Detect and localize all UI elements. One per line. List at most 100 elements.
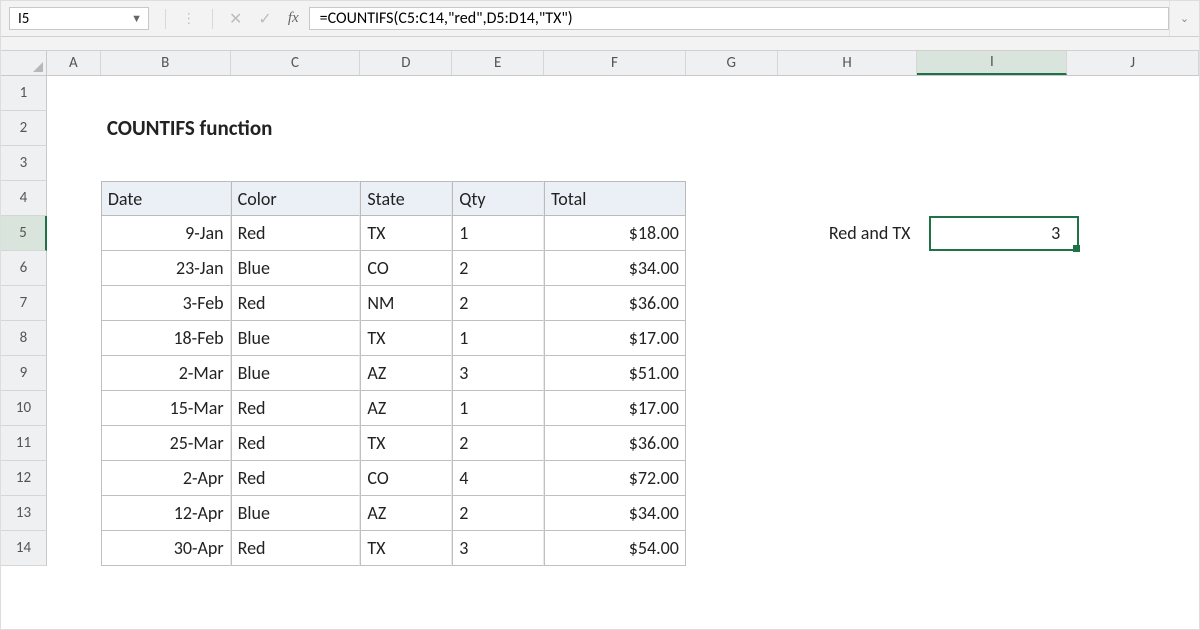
cell[interactable] — [1067, 496, 1199, 531]
cell[interactable] — [1067, 251, 1199, 286]
cell[interactable] — [686, 356, 778, 391]
cell-total[interactable]: $17.00 — [544, 391, 686, 426]
cell[interactable] — [918, 461, 1068, 496]
cell-color[interactable]: Red — [231, 531, 361, 566]
cell-qty[interactable]: 1 — [452, 391, 544, 426]
cell[interactable] — [1067, 146, 1199, 181]
cell[interactable] — [778, 531, 918, 566]
cell[interactable] — [47, 531, 101, 566]
cell[interactable] — [686, 531, 778, 566]
cell[interactable] — [918, 111, 1068, 146]
result-cell[interactable]: 3 — [918, 216, 1068, 251]
cell[interactable] — [47, 286, 101, 321]
cell[interactable] — [101, 76, 231, 111]
cell[interactable] — [1067, 356, 1199, 391]
cell[interactable] — [778, 426, 918, 461]
cell-qty[interactable]: 3 — [452, 531, 544, 566]
col-header[interactable]: A — [47, 51, 101, 75]
cell[interactable] — [918, 146, 1068, 181]
table-header[interactable]: Color — [231, 181, 361, 216]
cell[interactable] — [686, 181, 778, 216]
cell[interactable] — [686, 111, 778, 146]
cell-state[interactable]: AZ — [360, 391, 452, 426]
name-box[interactable]: ▼ — [9, 7, 149, 30]
formula-input[interactable] — [318, 8, 1160, 29]
cell-total[interactable]: $72.00 — [544, 461, 686, 496]
cell[interactable] — [778, 146, 918, 181]
row-header[interactable]: 10 — [1, 391, 47, 426]
row-header[interactable]: 9 — [1, 356, 47, 391]
enter-icon[interactable]: ✓ — [258, 9, 271, 29]
cell-color[interactable]: Blue — [231, 321, 361, 356]
row-header[interactable]: 14 — [1, 531, 47, 566]
name-box-input[interactable] — [16, 9, 131, 29]
cell-total[interactable]: $34.00 — [544, 251, 686, 286]
cell[interactable] — [1067, 216, 1199, 251]
cell-qty[interactable]: 2 — [452, 496, 544, 531]
cell[interactable] — [1067, 181, 1199, 216]
cell[interactable] — [47, 391, 101, 426]
cell[interactable] — [360, 146, 452, 181]
cell[interactable] — [918, 391, 1068, 426]
cell[interactable] — [686, 286, 778, 321]
cell[interactable] — [918, 76, 1068, 111]
cell[interactable] — [47, 181, 101, 216]
cell-date[interactable]: 3-Feb — [101, 286, 231, 321]
cell[interactable] — [1067, 111, 1199, 146]
table-header[interactable]: Qty — [452, 181, 544, 216]
cell[interactable] — [47, 321, 101, 356]
cell[interactable] — [918, 181, 1068, 216]
cell[interactable] — [778, 286, 918, 321]
cell[interactable] — [686, 76, 778, 111]
cell[interactable] — [544, 76, 686, 111]
cell-color[interactable]: Red — [231, 461, 361, 496]
cell-state[interactable]: NM — [360, 286, 452, 321]
cell[interactable] — [452, 76, 544, 111]
cell-total[interactable]: $18.00 — [544, 216, 686, 251]
cell-total[interactable]: $36.00 — [544, 286, 686, 321]
page-title[interactable]: COUNTIFS function — [101, 111, 231, 146]
cell-color[interactable]: Blue — [231, 496, 361, 531]
row-header[interactable]: 1 — [1, 76, 47, 111]
cell[interactable] — [918, 356, 1068, 391]
cell-date[interactable]: 12-Apr — [101, 496, 231, 531]
cell-color[interactable]: Red — [231, 391, 361, 426]
cell[interactable] — [47, 356, 101, 391]
row-header[interactable]: 2 — [1, 111, 47, 146]
cell[interactable] — [686, 426, 778, 461]
cell[interactable] — [918, 286, 1068, 321]
cell[interactable] — [361, 111, 453, 146]
cell-date[interactable]: 9-Jan — [101, 216, 231, 251]
formula-input-wrap[interactable] — [309, 7, 1169, 30]
cell-state[interactable]: AZ — [360, 356, 452, 391]
cell-color[interactable]: Blue — [231, 251, 361, 286]
cell-color[interactable]: Red — [231, 286, 361, 321]
cell-date[interactable]: 2-Apr — [101, 461, 231, 496]
row-header[interactable]: 4 — [1, 181, 47, 216]
cell[interactable] — [231, 76, 361, 111]
cell[interactable] — [544, 146, 686, 181]
cell-qty[interactable]: 2 — [452, 286, 544, 321]
cancel-icon[interactable]: ✕ — [229, 9, 242, 29]
cell-total[interactable]: $51.00 — [544, 356, 686, 391]
cell-state[interactable]: TX — [360, 321, 452, 356]
cell-qty[interactable]: 3 — [452, 356, 544, 391]
col-header[interactable]: F — [544, 51, 686, 75]
cell[interactable] — [778, 181, 918, 216]
cell[interactable] — [47, 461, 101, 496]
cell-qty[interactable]: 4 — [452, 461, 544, 496]
row-header[interactable]: 3 — [1, 146, 47, 181]
cell[interactable] — [452, 111, 544, 146]
cell-state[interactable]: TX — [360, 531, 452, 566]
cell-date[interactable]: 25-Mar — [101, 426, 231, 461]
cell-state[interactable]: CO — [360, 251, 452, 286]
cell[interactable] — [1067, 531, 1199, 566]
cell[interactable] — [47, 76, 101, 111]
row-header[interactable]: 12 — [1, 461, 47, 496]
cell[interactable] — [1067, 76, 1199, 111]
cell-date[interactable]: 2-Mar — [101, 356, 231, 391]
cell[interactable] — [47, 111, 101, 146]
cell[interactable] — [47, 146, 101, 181]
cell[interactable] — [778, 251, 918, 286]
col-header[interactable]: D — [360, 51, 452, 75]
